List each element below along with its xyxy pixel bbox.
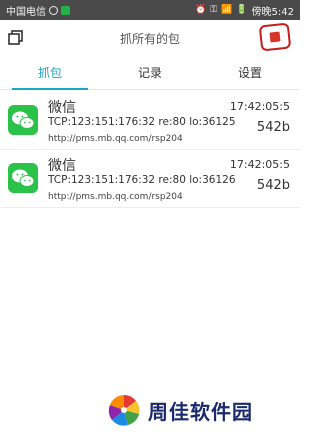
status-bar: 中国电信 ⏰ ⚿ 📶 🔋 傍晚5:42 <box>0 0 300 20</box>
tab-settings[interactable]: 设置 <box>200 56 300 89</box>
alarm-icon: ⏰ <box>195 5 207 15</box>
top-toolbar: 抓所有的包 <box>0 20 300 56</box>
wechat-icon <box>8 163 38 193</box>
connection-info: TCP:123:151:176:32 re:80 lo:36126 <box>48 174 236 186</box>
packet-size: 542b <box>256 120 290 135</box>
notification-icon <box>49 5 58 15</box>
watermark: 周佳软件园 <box>106 392 253 428</box>
wechat-notification-icon <box>61 5 70 15</box>
carrier-label: 中国电信 <box>6 6 46 18</box>
stop-capture-button[interactable] <box>258 22 292 52</box>
page-title: 抓所有的包 <box>119 31 180 46</box>
watermark-text: 周佳软件园 <box>148 399 253 424</box>
packet-time: 17:42:05:5 <box>229 158 290 171</box>
wifi-icon: 📶 <box>221 5 233 15</box>
tab-settings-label: 设置 <box>237 66 262 80</box>
packet-list: 微信 TCP:123:151:176:32 re:80 lo:36125 htt… <box>0 92 300 208</box>
tab-records-label: 记录 <box>137 66 162 80</box>
key-icon: ⚿ <box>210 5 218 15</box>
connection-info: TCP:123:151:176:32 re:80 lo:36125 <box>48 116 236 128</box>
request-url: http://pms.mb.qq.com/rsp204 <box>48 192 183 202</box>
tab-records[interactable]: 记录 <box>100 56 200 89</box>
status-left: 中国电信 <box>6 3 70 18</box>
packet-size: 542b <box>256 178 290 193</box>
list-item[interactable]: 微信 TCP:123:151:176:32 re:80 lo:36126 htt… <box>0 150 300 208</box>
request-url: http://pms.mb.qq.com/rsp204 <box>48 134 183 144</box>
battery-icon: 🔋 <box>236 5 248 15</box>
app-name: 微信 <box>48 158 76 174</box>
tab-bar: 抓包 记录 设置 <box>0 56 300 90</box>
list-item[interactable]: 微信 TCP:123:151:176:32 re:80 lo:36125 htt… <box>0 92 300 150</box>
clock-label: 傍晚5:42 <box>251 6 294 18</box>
copy-icon[interactable] <box>8 30 24 46</box>
tab-capture[interactable]: 抓包 <box>0 56 100 90</box>
stop-icon <box>269 31 281 43</box>
app-name: 微信 <box>48 100 76 116</box>
packet-time: 17:42:05:5 <box>229 100 290 113</box>
tab-capture-label: 抓包 <box>37 66 62 80</box>
wechat-icon <box>8 105 38 135</box>
status-right: ⏰ ⚿ 📶 🔋 傍晚5:42 <box>195 3 294 18</box>
pinwheel-logo-icon <box>108 395 140 426</box>
